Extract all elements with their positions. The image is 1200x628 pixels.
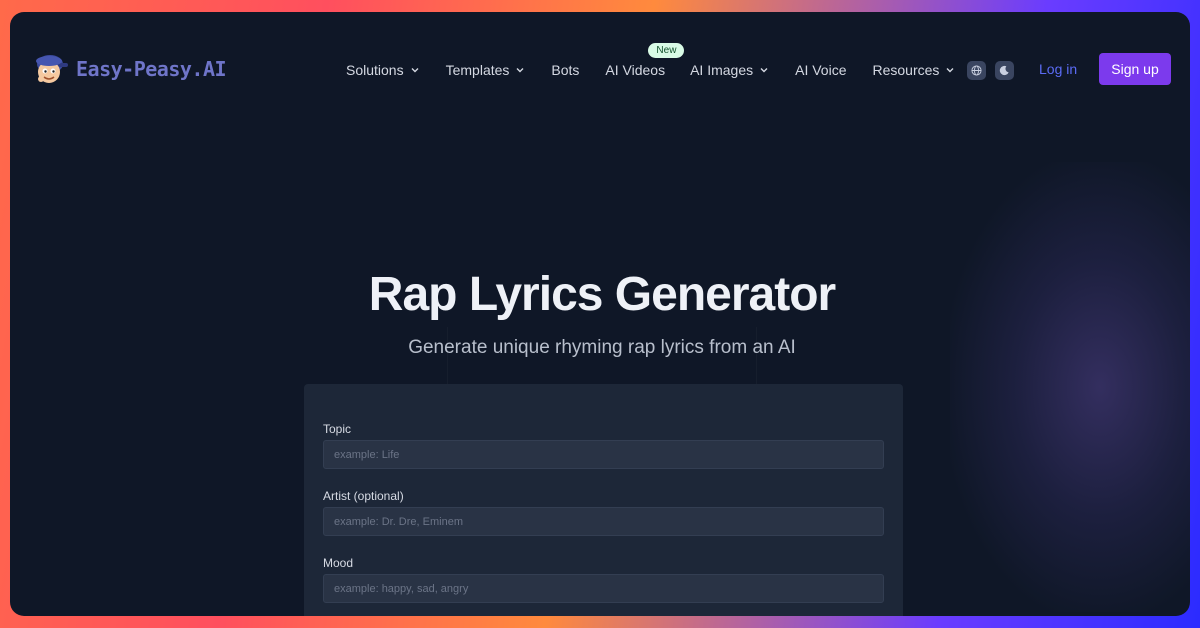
signup-button[interactable]: Sign up [1099,53,1171,85]
nav-solutions[interactable]: Solutions [346,60,420,80]
brand-logo[interactable]: Easy-Peasy.AI [32,52,227,86]
brand-name: Easy-Peasy.AI [76,57,227,81]
nav-ai-videos[interactable]: AI Videos New [605,43,685,80]
nav-label: Solutions [346,62,404,78]
page-frame: Easy-Peasy.AI Solutions Templates Bots A… [10,12,1190,616]
main-nav: Solutions Templates Bots AI Videos New A… [346,43,981,80]
globe-icon [971,65,982,76]
page-subtitle: Generate unique rhyming rap lyrics from … [408,337,796,358]
artist-label: Artist (optional) [323,489,404,503]
generator-form: Topic Artist (optional) Mood [304,384,903,616]
nav-templates[interactable]: Templates [446,60,526,80]
chevron-down-icon [760,68,768,73]
nav-ai-images[interactable]: AI Images [690,60,769,80]
nav-label: AI Voice [795,62,847,78]
page-title: Rap Lyrics Generator [368,268,836,321]
nav-bots[interactable]: Bots [551,60,579,80]
moon-icon [999,65,1009,76]
mascot-icon [36,55,68,83]
mood-input[interactable] [323,574,884,603]
theme-toggle-button[interactable] [995,61,1014,80]
nav-label: Bots [551,62,580,78]
chevron-down-icon [946,68,954,73]
nav-label: AI Images [690,62,754,78]
chevron-down-icon [411,68,419,73]
mood-label: Mood [323,556,354,570]
topic-label: Topic [323,422,352,436]
login-link[interactable]: Log in [1039,61,1077,77]
nav-resources[interactable]: Resources [873,60,956,80]
new-badge: New [648,43,685,58]
top-header: Easy-Peasy.AI Solutions Templates Bots A… [10,12,1190,124]
background-glow [950,162,1190,612]
topic-input[interactable] [323,440,884,469]
nav-ai-voice[interactable]: AI Voice [795,60,846,80]
artist-input[interactable] [323,507,884,536]
nav-label: AI Videos [605,62,666,78]
nav-label: Resources [872,62,940,78]
nav-label: Templates [445,62,510,78]
language-button[interactable] [967,61,986,80]
chevron-down-icon [516,68,524,73]
